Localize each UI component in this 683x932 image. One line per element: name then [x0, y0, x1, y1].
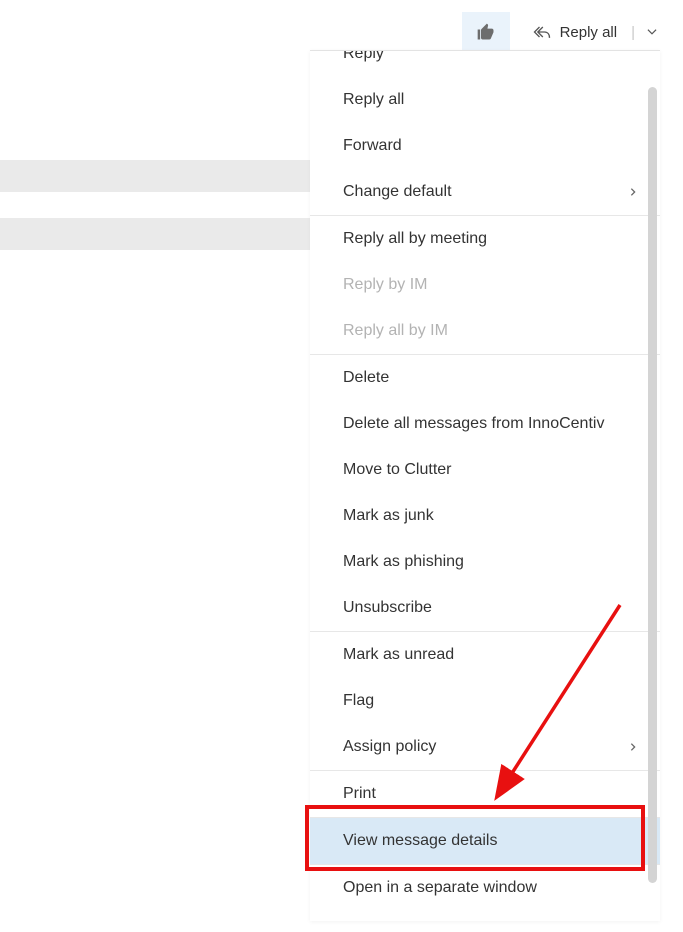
menu-item-mark-as-junk[interactable]: Mark as junk: [310, 493, 660, 539]
chevron-down-icon[interactable]: [645, 25, 659, 39]
menu-item-label: Delete all messages from InnoCentiv: [343, 415, 604, 433]
menu-item-label: Reply all by meeting: [343, 230, 487, 248]
scrollbar[interactable]: [648, 87, 657, 883]
menu-item-label: View message details: [343, 832, 497, 850]
separator: |: [631, 24, 635, 41]
menu-item-label: Reply: [343, 51, 384, 63]
menu-item-label: Reply all: [343, 91, 404, 109]
menu-item-delete-all-from-sender[interactable]: Delete all messages from InnoCentiv: [310, 401, 660, 447]
menu-item-label: Mark as phishing: [343, 553, 464, 571]
menu-item-open-separate-window[interactable]: Open in a separate window: [310, 865, 660, 911]
menu-item-flag[interactable]: Flag: [310, 678, 660, 724]
menu-item-move-to-clutter[interactable]: Move to Clutter: [310, 447, 660, 493]
menu-item-label: Mark as junk: [343, 507, 434, 525]
menu-item-label: Reply all by IM: [343, 322, 448, 340]
reply-all-button[interactable]: Reply all |: [520, 12, 669, 52]
menu-item-label: Change default: [343, 183, 452, 201]
menu-item-reply[interactable]: Reply: [310, 51, 660, 77]
menu-item-mark-as-phishing[interactable]: Mark as phishing: [310, 539, 660, 585]
context-menu-scroll: Reply Reply all Forward Change default R…: [310, 51, 660, 921]
menu-item-reply-by-im: Reply by IM: [310, 262, 660, 308]
menu-item-print[interactable]: Print: [310, 771, 660, 817]
toolbar: Reply all |: [462, 12, 669, 52]
menu-item-reply-all-by-im: Reply all by IM: [310, 308, 660, 354]
menu-item-label: Open in a separate window: [343, 879, 537, 897]
reply-all-icon: [532, 23, 552, 41]
reply-all-label: Reply all: [560, 24, 618, 41]
menu-item-label: Reply by IM: [343, 276, 427, 294]
menu-item-reply-all[interactable]: Reply all: [310, 77, 660, 123]
menu-item-reply-all-by-meeting[interactable]: Reply all by meeting: [310, 216, 660, 262]
like-button[interactable]: [462, 12, 510, 52]
chevron-right-icon: [628, 185, 638, 199]
context-menu: Reply Reply all Forward Change default R…: [310, 50, 660, 921]
menu-item-mark-as-unread[interactable]: Mark as unread: [310, 632, 660, 678]
chevron-right-icon: [628, 740, 638, 754]
menu-item-label: Delete: [343, 369, 389, 387]
menu-item-label: Unsubscribe: [343, 599, 432, 617]
bg-bar: [0, 160, 310, 192]
menu-item-label: Flag: [343, 692, 374, 710]
menu-item-delete[interactable]: Delete: [310, 355, 660, 401]
background-placeholder-bars: [0, 160, 310, 276]
menu-item-change-default[interactable]: Change default: [310, 169, 660, 215]
bg-bar: [0, 218, 310, 250]
menu-item-unsubscribe[interactable]: Unsubscribe: [310, 585, 660, 631]
menu-item-label: Move to Clutter: [343, 461, 451, 479]
menu-item-label: Print: [343, 785, 376, 803]
menu-item-assign-policy[interactable]: Assign policy: [310, 724, 660, 770]
menu-item-label: Mark as unread: [343, 646, 454, 664]
thumb-up-icon: [476, 22, 496, 42]
menu-item-view-message-details[interactable]: View message details: [310, 818, 660, 864]
menu-item-label: Assign policy: [343, 738, 436, 756]
menu-item-label: Forward: [343, 137, 402, 155]
menu-item-forward[interactable]: Forward: [310, 123, 660, 169]
